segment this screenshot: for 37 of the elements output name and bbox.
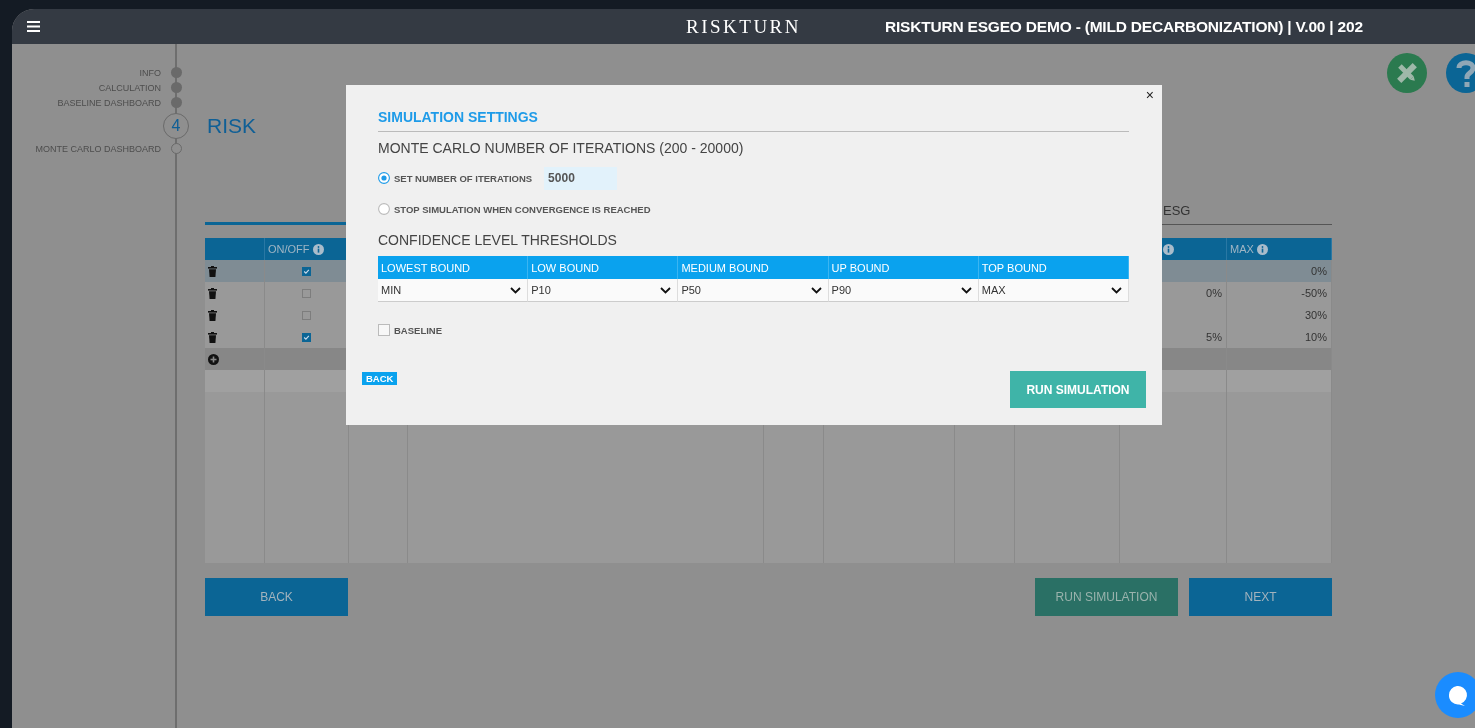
dialog-title: SIMULATION SETTINGS [378,108,539,127]
logo: RISKTURN [686,15,801,38]
step-label[interactable]: CALCULATION [98,82,161,93]
column-header: MEDIUM BOUND [678,256,829,279]
column-header: LOWEST BOUND [378,256,529,279]
dropdown[interactable]: MAX [978,279,1129,302]
close-button[interactable]: × [1143,87,1156,103]
step-label[interactable]: BASELINE DASHBOARD [57,97,161,108]
column-header: LOW BOUND [528,256,679,279]
option-label: SET NUMBER OF ITERATIONS [394,172,533,184]
step-label[interactable]: INFO [139,67,161,78]
column-header: TOP BOUND [978,256,1129,279]
run-simulation-button[interactable]: RUN SIMULATION [1010,371,1146,408]
dropdown[interactable]: P90 [828,279,979,302]
section-heading: MONTE CARLO NUMBER OF ITERATIONS (200 - 20000) [378,139,745,157]
dropdown[interactable]: MIN [378,279,529,302]
back-button[interactable]: BACK [362,372,398,385]
checkbox-label: BASELINE [394,324,443,336]
step-number[interactable]: 4 [163,112,189,139]
table-cell: 10% [1227,326,1332,348]
dropdown[interactable]: P50 [678,279,829,302]
page-button[interactable]: NEXT [1189,578,1332,616]
page-title: RISK [207,113,256,139]
column-header: UP BOUND [828,256,979,279]
step-label[interactable]: MONTE CARLO DASHBOARD [35,143,161,154]
page-button[interactable]: BACK [205,578,348,616]
table-cell: -50% [1227,282,1332,304]
option-label: STOP SIMULATION WHEN CONVERGENCE IS REACHED [394,203,651,215]
input-field[interactable]: 5000 [544,166,618,190]
section-heading: CONFIDENCE LEVEL THRESHOLDS [378,231,618,249]
column-label: ON/OFF [268,243,310,255]
table-cell: 0% [1227,260,1332,282]
column-label: MAX [1230,243,1254,255]
table-cell: 30% [1227,304,1332,326]
page-button[interactable]: RUN SIMULATION [1035,578,1178,616]
app-title: RISKTURN ESGEO DEMO - (MILD DECARBONIZATION) | V.00 | 202 [885,17,1363,36]
dropdown[interactable]: P10 [528,279,679,302]
